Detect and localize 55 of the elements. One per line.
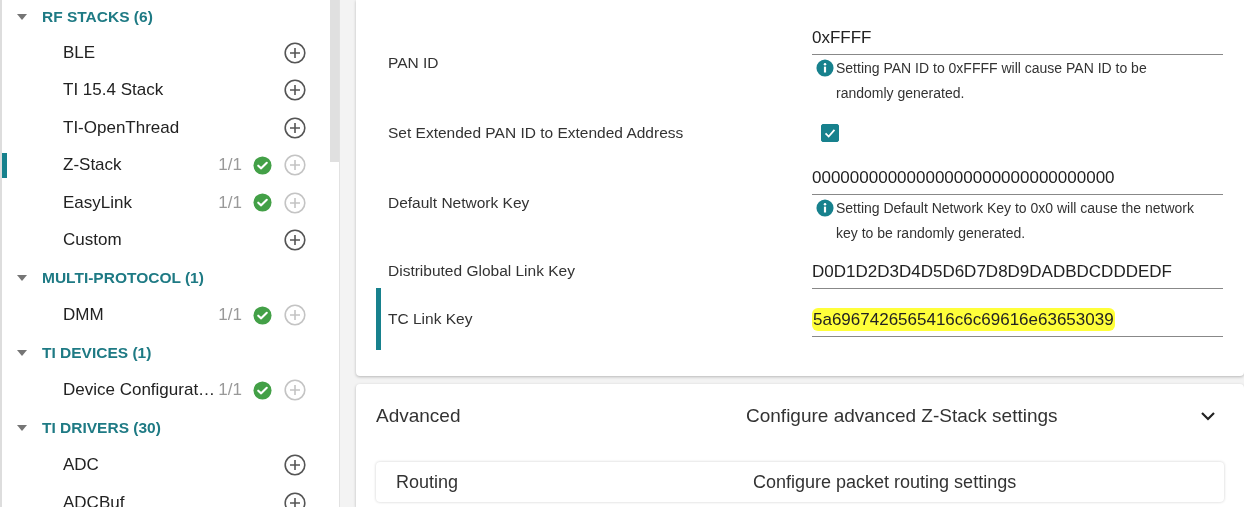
- instance-count: 1/1: [218, 192, 242, 213]
- instance-count: 1/1: [218, 305, 242, 326]
- module-item[interactable]: Device Configurat… 1/1: [2, 371, 330, 409]
- instance-count: 1/1: [218, 155, 242, 176]
- group-title: Advanced: [376, 405, 462, 427]
- module-item[interactable]: Z-Stack 1/1: [2, 146, 330, 184]
- setting-label: Set Extended PAN ID to Extended Address: [388, 124, 685, 142]
- module-name: Z-Stack: [63, 155, 123, 176]
- scrollbar-thumb[interactable]: [330, 0, 339, 162]
- module-item[interactable]: ADCBuf: [2, 484, 330, 507]
- module-name: Custom: [63, 230, 123, 251]
- add-icon[interactable]: [284, 116, 306, 139]
- module-item[interactable]: BLE: [2, 34, 330, 72]
- info-icon: [816, 59, 834, 77]
- add-icon[interactable]: [284, 454, 306, 477]
- module-name: ADCBuf: [63, 492, 126, 507]
- add-icon[interactable]: [284, 229, 306, 252]
- input-field[interactable]: D0D1D2D3D4D5D6D7D8D9DADBDCDDDEDF: [812, 253, 1223, 289]
- setting-label: TC Link Key: [388, 310, 474, 328]
- module-name: BLE: [63, 42, 97, 63]
- module-item[interactable]: ADC: [2, 446, 330, 484]
- module-name: ADC: [63, 455, 100, 476]
- category-header[interactable]: TI DRIVERS (30): [2, 409, 330, 447]
- module-name: TI 15.4 Stack: [63, 80, 165, 101]
- hint-text: Setting PAN ID to 0xFFFF will cause PAN ID to be randomly generated.: [836, 59, 1148, 103]
- hint-text: Setting Default Network Key to 0x0 will cause the network key to be randomly generated.: [836, 199, 1195, 243]
- module-item[interactable]: DMM 1/1: [2, 296, 330, 334]
- setting-label: Default Network Key: [388, 194, 531, 212]
- setting-label: Distributed Global Link Key: [388, 262, 576, 280]
- add-icon[interactable]: [284, 41, 306, 64]
- module-name: TI-OpenThread: [63, 117, 181, 138]
- input-field[interactable]: 5a6967426565416c6c69616e63653039: [812, 301, 1223, 337]
- subgroup-title: Routing: [396, 472, 460, 492]
- subgroup-description: Configure packet routing settings: [753, 472, 1018, 492]
- group-description: Configure advanced Z-Stack settings: [746, 405, 1059, 427]
- add-icon[interactable]: [284, 79, 306, 102]
- module-name: EasyLink: [63, 192, 133, 213]
- instance-count: 1/1: [218, 380, 242, 401]
- category-header[interactable]: RF STACKS (6): [2, 0, 330, 34]
- subgroup-card[interactable]: Routing Configure packet routing settings: [376, 462, 1224, 502]
- module-item[interactable]: Custom: [2, 221, 330, 259]
- module-item[interactable]: TI 15.4 Stack: [2, 71, 330, 109]
- module-item[interactable]: EasyLink 1/1: [2, 184, 330, 222]
- info-icon: [816, 199, 834, 217]
- input-field[interactable]: 0xFFFF: [812, 20, 1223, 55]
- setting-label: PAN ID: [388, 54, 440, 72]
- module-name: DMM: [63, 305, 105, 326]
- checkbox[interactable]: [821, 124, 839, 142]
- category-header[interactable]: MULTI-PROTOCOL (1): [2, 259, 330, 297]
- category-header[interactable]: TI DEVICES (1): [2, 334, 330, 372]
- input-field[interactable]: 00000000000000000000000000000000: [812, 160, 1223, 195]
- add-icon[interactable]: [284, 491, 306, 507]
- module-name: Device Configurat…: [63, 380, 217, 401]
- group-header[interactable]: Advanced Configure advanced Z-Stack settings: [376, 384, 1224, 448]
- module-item[interactable]: TI-OpenThread: [2, 109, 330, 147]
